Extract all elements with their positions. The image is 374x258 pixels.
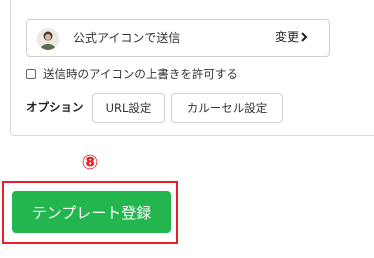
- user-avatar-icon: [37, 28, 59, 50]
- chevron-right-icon: [301, 32, 308, 42]
- sender-icon-selector[interactable]: 公式アイコンで送信 変更: [26, 19, 330, 57]
- override-permission-checkbox[interactable]: [26, 69, 36, 79]
- register-template-button[interactable]: テンプレート登録: [12, 191, 171, 233]
- carousel-settings-button[interactable]: カルーセル設定: [171, 93, 283, 123]
- override-permission-label: 送信時のアイコンの上書きを許可する: [43, 67, 238, 81]
- change-button[interactable]: 変更: [275, 29, 308, 45]
- step-marker: ⑧: [81, 150, 99, 174]
- options-label: オプション: [26, 100, 84, 114]
- url-settings-button[interactable]: URL設定: [92, 93, 165, 123]
- sender-label: 公式アイコンで送信: [73, 31, 181, 45]
- change-label: 変更: [275, 30, 300, 44]
- avatar: [37, 28, 59, 50]
- override-permission-row[interactable]: 送信時のアイコンの上書きを許可する: [26, 66, 238, 82]
